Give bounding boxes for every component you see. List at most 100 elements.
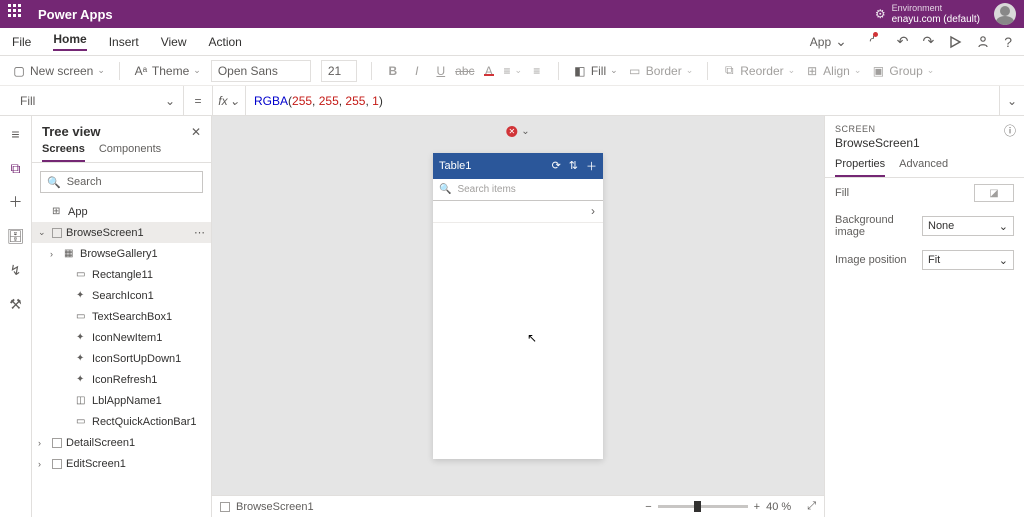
prop-imgpos-value: Fit	[928, 254, 940, 266]
app-icon: ⊞	[52, 206, 64, 217]
menu-action[interactable]: Action	[209, 35, 242, 49]
tree-node-editscreen[interactable]: › EditScreen1	[32, 453, 211, 474]
zoom-out-icon[interactable]: −	[645, 501, 651, 513]
tree-node-lblapp[interactable]: ◫ LblAppName1	[32, 390, 211, 411]
canvas-area: ✕ ⌄ Table1 ⟳ ⇅ ＋ 🔍 Search items ›	[212, 116, 824, 517]
italic-icon[interactable]: I	[410, 64, 424, 78]
rail-media-icon[interactable]: ↯	[6, 260, 26, 280]
tree-node-browsescreen[interactable]: ⌄ BrowseScreen1 ⋯	[32, 222, 211, 243]
prop-object-name: BrowseScreen1	[835, 136, 1014, 150]
group-button[interactable]: ▣ Group ⌄	[871, 64, 934, 78]
undo-icon[interactable]: ↶	[897, 33, 909, 50]
align-icon: ⊞	[805, 64, 819, 78]
vertical-align-icon[interactable]: ≡	[530, 64, 544, 78]
prop-tab-properties[interactable]: Properties	[835, 158, 885, 177]
plus-icon[interactable]: ＋	[586, 158, 597, 174]
zoom-slider[interactable]	[658, 505, 748, 508]
fullscreen-icon[interactable]: ⤢	[807, 500, 816, 513]
app-chevron-icon[interactable]: ⌄	[835, 33, 847, 50]
align-button[interactable]: ⊞ Align ⌄	[805, 64, 861, 78]
new-screen-icon: ▢	[12, 64, 26, 78]
sort-icon[interactable]: ⇅	[569, 159, 578, 172]
phone-preview[interactable]: Table1 ⟳ ⇅ ＋ 🔍 Search items ›	[433, 153, 603, 459]
app-checker-icon[interactable]: ᔇ	[869, 33, 875, 50]
checkbox-icon[interactable]	[52, 459, 62, 469]
formula-input[interactable]: RGBA(255, 255, 255, 1)	[246, 86, 1000, 116]
share-icon[interactable]	[976, 35, 990, 49]
tree-node-iconrefresh[interactable]: ✦ IconRefresh1	[32, 369, 211, 390]
align-left-icon[interactable]: ≡⌄	[506, 64, 520, 78]
font-color-icon[interactable]: A	[482, 64, 496, 78]
equals-sign: =	[184, 94, 212, 108]
fill-label: Fill	[591, 64, 606, 78]
underline-icon[interactable]: U	[434, 64, 448, 78]
formula-expand-icon[interactable]: ⌄	[1000, 94, 1024, 108]
play-icon[interactable]	[948, 35, 962, 49]
error-indicator[interactable]: ✕ ⌄	[506, 126, 529, 137]
design-canvas[interactable]: ✕ ⌄ Table1 ⟳ ⇅ ＋ 🔍 Search items ›	[212, 116, 824, 495]
zoom-in-icon[interactable]: +	[754, 501, 760, 513]
tree-node-searchicon[interactable]: ✦ SearchIcon1	[32, 285, 211, 306]
user-avatar[interactable]	[994, 3, 1016, 25]
tree-node-rectangle[interactable]: ▭ Rectangle11	[32, 264, 211, 285]
prop-imgpos-select[interactable]: Fit ⌄	[922, 250, 1014, 270]
reorder-label: Reorder	[740, 64, 783, 78]
rail-data-icon[interactable]: 🗄	[6, 226, 26, 246]
tree-node-iconnew[interactable]: ✦ IconNewItem1	[32, 327, 211, 348]
waffle-icon[interactable]	[8, 4, 28, 24]
rail-tree-icon[interactable]: ⧉	[6, 158, 26, 178]
refresh-icon[interactable]: ⟳	[552, 159, 561, 172]
menu-home[interactable]: Home	[53, 32, 86, 51]
menu-app[interactable]: App	[810, 35, 831, 49]
prop-tab-advanced[interactable]: Advanced	[899, 158, 948, 177]
strike-icon[interactable]: abc	[458, 64, 472, 78]
environment-name: enayu.com (default)	[892, 14, 980, 25]
phone-search[interactable]: 🔍 Search items	[433, 179, 603, 201]
bold-icon[interactable]: B	[386, 64, 400, 78]
help-icon[interactable]: ?	[1004, 34, 1012, 50]
canvas-status-bar: BrowseScreen1 − + 40 % ⤢	[212, 495, 824, 517]
redo-icon[interactable]: ↷	[922, 33, 934, 50]
prop-section-label: SCREEN	[835, 124, 1014, 134]
menu-file[interactable]: File	[12, 35, 31, 49]
fill-button[interactable]: ◧ Fill ⌄	[573, 64, 618, 78]
new-screen-button[interactable]: ▢ New screen ⌄	[12, 64, 105, 78]
prop-imgpos-label: Image position	[835, 254, 914, 266]
border-button[interactable]: ▭ Border ⌄	[628, 64, 694, 78]
menu-insert[interactable]: Insert	[109, 35, 139, 49]
property-select[interactable]: Fill ⌄	[12, 86, 184, 116]
rail-insert-icon[interactable]: ＋	[6, 192, 26, 212]
more-icon[interactable]: ⋯	[194, 226, 211, 239]
fx-button[interactable]: fx⌄	[212, 86, 246, 116]
tree-node-browsegallery[interactable]: ›▦ BrowseGallery1	[32, 243, 211, 264]
close-icon[interactable]: ✕	[191, 125, 201, 139]
reorder-button[interactable]: ⧉ Reorder ⌄	[722, 64, 795, 78]
font-size-input[interactable]	[321, 60, 357, 82]
tree-node-rectquick[interactable]: ▭ RectQuickActionBar1	[32, 411, 211, 432]
font-select[interactable]	[211, 60, 311, 82]
menu-view[interactable]: View	[161, 35, 187, 49]
checkbox-icon[interactable]	[220, 502, 230, 512]
tree-node-iconsort[interactable]: ✦ IconSortUpDown1	[32, 348, 211, 369]
environment-picker[interactable]: ⚙ Environment enayu.com (default)	[875, 3, 980, 25]
tree-node-detailscreen[interactable]: › DetailScreen1	[32, 432, 211, 453]
icon-icon: ✦	[76, 290, 88, 301]
tree-node-app[interactable]: ⊞ App	[32, 201, 211, 222]
rail-tools-icon[interactable]: ⚒	[6, 294, 26, 314]
tree-search-input[interactable]: 🔍 Search	[40, 171, 203, 193]
checkbox-icon[interactable]	[52, 438, 62, 448]
rail-hamburger-icon[interactable]: ≡	[6, 124, 26, 144]
prop-bgimage-select[interactable]: None ⌄	[922, 216, 1014, 236]
tab-components[interactable]: Components	[99, 143, 161, 162]
help-icon[interactable]: ⓘ	[1004, 122, 1016, 139]
prop-fill-value[interactable]: ◪	[974, 184, 1014, 202]
chevron-down-icon: ⌄	[999, 220, 1008, 233]
tree-node-textsearch[interactable]: ▭ TextSearchBox1	[32, 306, 211, 327]
phone-header: Table1 ⟳ ⇅ ＋	[433, 153, 603, 179]
checkbox-icon[interactable]	[52, 228, 62, 238]
left-rail: ≡ ⧉ ＋ 🗄 ↯ ⚒	[0, 116, 32, 517]
theme-button[interactable]: Aᵃ Theme ⌄	[134, 64, 201, 78]
tab-screens[interactable]: Screens	[42, 143, 85, 162]
list-item[interactable]: ›	[433, 201, 603, 223]
gallery-icon: ▦	[64, 248, 76, 259]
